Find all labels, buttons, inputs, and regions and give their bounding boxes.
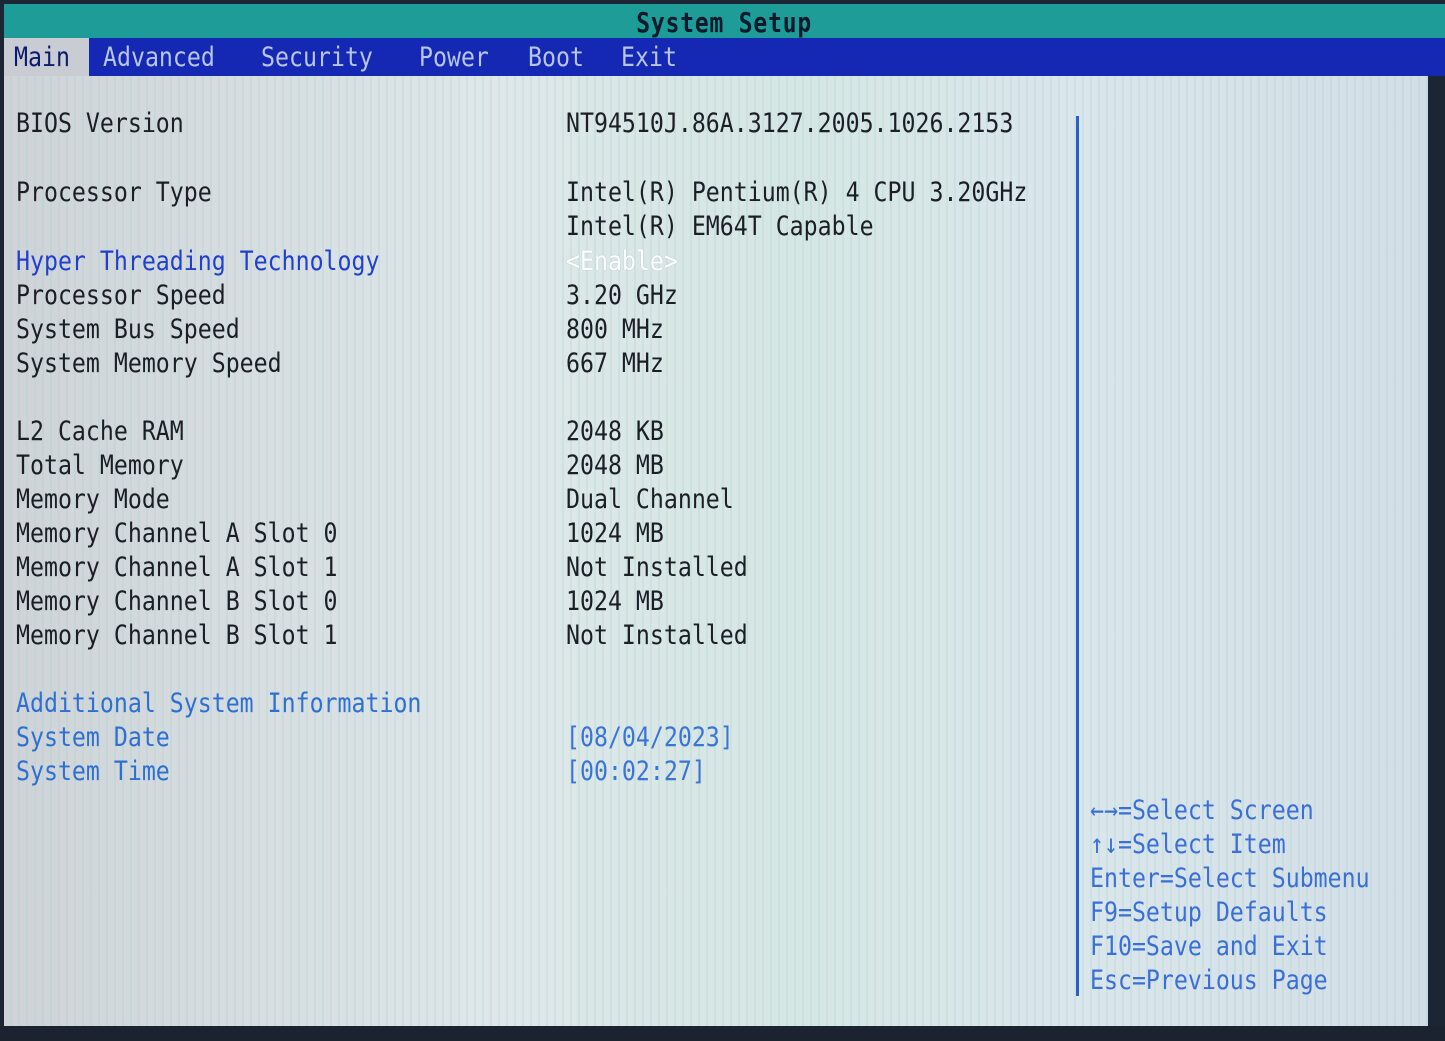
memory-speed-row: System Memory Speed 667 MHz [16,348,664,379]
processor-type-row: Processor Type Intel(R) Pentium(R) 4 CPU… [16,177,1027,208]
window-title: System Setup [636,5,813,39]
system-time-label[interactable]: System Time [16,757,170,787]
bus-speed-value: 800 MHz [566,314,664,345]
processor-speed-value: 3.20 GHz [566,280,678,311]
additional-info-row[interactable]: Additional System Information [16,689,487,719]
channel-b-slot0-row: Memory Channel B Slot 0 1024 MB [16,586,664,617]
bus-speed-label: System Bus Speed [16,314,240,345]
system-time-field[interactable]: [00:02:27] [566,757,706,787]
help-save-exit: F10=Save and Exit [1090,931,1328,962]
system-date-label[interactable]: System Date [16,723,170,753]
tab-boot-label: Boot [528,41,585,73]
bios-version-row: BIOS Version NT94510J.86A.3127.2005.1026… [16,108,1013,139]
tab-boot[interactable]: Boot [514,38,607,76]
channel-a-slot1-value: Not Installed [566,552,748,583]
bios-version-label: BIOS Version [16,108,184,139]
tab-exit-label: Exit [621,41,678,73]
channel-b-slot1-value: Not Installed [566,620,748,651]
system-date-row[interactable]: System Date [08/04/2023] [16,723,734,753]
l2-cache-label: L2 Cache RAM [16,416,184,447]
bios-screen: System Setup Main Advanced Security Powe… [0,0,1445,1041]
additional-info-submenu[interactable]: Additional System Information [16,689,421,719]
processor-speed-row: Processor Speed 3.20 GHz [16,280,678,311]
system-time-row[interactable]: System Time [00:02:27] [16,757,706,787]
help-select-submenu: Enter=Select Submenu [1090,863,1370,894]
hyper-threading-label[interactable]: Hyper Threading Technology [16,247,379,277]
help-select-item: ↑↓=Select Item [1090,829,1286,860]
channel-b-slot0-label: Memory Channel B Slot 0 [16,586,338,617]
help-setup-defaults: F9=Setup Defaults [1090,897,1328,928]
channel-a-slot1-row: Memory Channel A Slot 1 Not Installed [16,552,748,583]
hyper-threading-row[interactable]: Hyper Threading Technology <Enable> [16,247,678,277]
total-memory-label: Total Memory [16,450,184,481]
help-previous-page: Esc=Previous Page [1090,965,1328,996]
memory-mode-value: Dual Channel [566,484,734,515]
total-memory-row: Total Memory 2048 MB [16,450,664,481]
tab-main[interactable]: Main [4,38,89,76]
channel-a-slot1-label: Memory Channel A Slot 1 [16,552,338,583]
memory-speed-value: 667 MHz [566,348,664,379]
tab-exit[interactable]: Exit [607,38,700,76]
processor-type-value-2: Intel(R) EM64T Capable [566,211,874,242]
panel-divider [1076,116,1079,996]
monitor-bezel [0,1026,1445,1041]
menu-bar: Main Advanced Security Power Boot Exit [4,38,1445,76]
processor-type-label: Processor Type [16,177,212,208]
l2-cache-value: 2048 KB [566,416,664,447]
channel-b-slot1-label: Memory Channel B Slot 1 [16,620,338,651]
l2-cache-row: L2 Cache RAM 2048 KB [16,416,664,447]
tab-main-label: Main [14,41,70,73]
channel-a-slot0-value: 1024 MB [566,518,664,549]
channel-a-slot0-row: Memory Channel A Slot 0 1024 MB [16,518,664,549]
channel-a-slot0-label: Memory Channel A Slot 0 [16,518,338,549]
system-date-field[interactable]: [08/04/2023] [566,723,734,753]
tab-power[interactable]: Power [405,38,514,76]
hyper-threading-value[interactable]: <Enable> [566,247,678,277]
processor-speed-label: Processor Speed [16,280,226,311]
bus-speed-row: System Bus Speed 800 MHz [16,314,664,345]
tab-advanced-label: Advanced [103,41,215,73]
bios-version-value: NT94510J.86A.3127.2005.1026.2153 [566,108,1014,139]
help-select-screen: ←→=Select Screen [1090,795,1314,826]
help-panel: ←→=Select Screen ↑↓=Select Item Enter=Se… [1090,794,1415,998]
processor-type-value: Intel(R) Pentium(R) 4 CPU 3.20GHz [566,177,1028,208]
channel-b-slot0-value: 1024 MB [566,586,664,617]
total-memory-value: 2048 MB [566,450,664,481]
tab-security-label: Security [261,41,373,73]
memory-speed-label: System Memory Speed [16,348,282,379]
channel-b-slot1-row: Memory Channel B Slot 1 Not Installed [16,620,748,651]
memory-mode-row: Memory Mode Dual Channel [16,484,734,515]
main-panel: BIOS Version NT94510J.86A.3127.2005.1026… [4,76,1428,1026]
tab-security[interactable]: Security [247,38,405,76]
title-bar: System Setup [4,4,1445,40]
tab-power-label: Power [419,41,489,73]
tab-advanced[interactable]: Advanced [89,38,247,76]
memory-mode-label: Memory Mode [16,484,170,515]
